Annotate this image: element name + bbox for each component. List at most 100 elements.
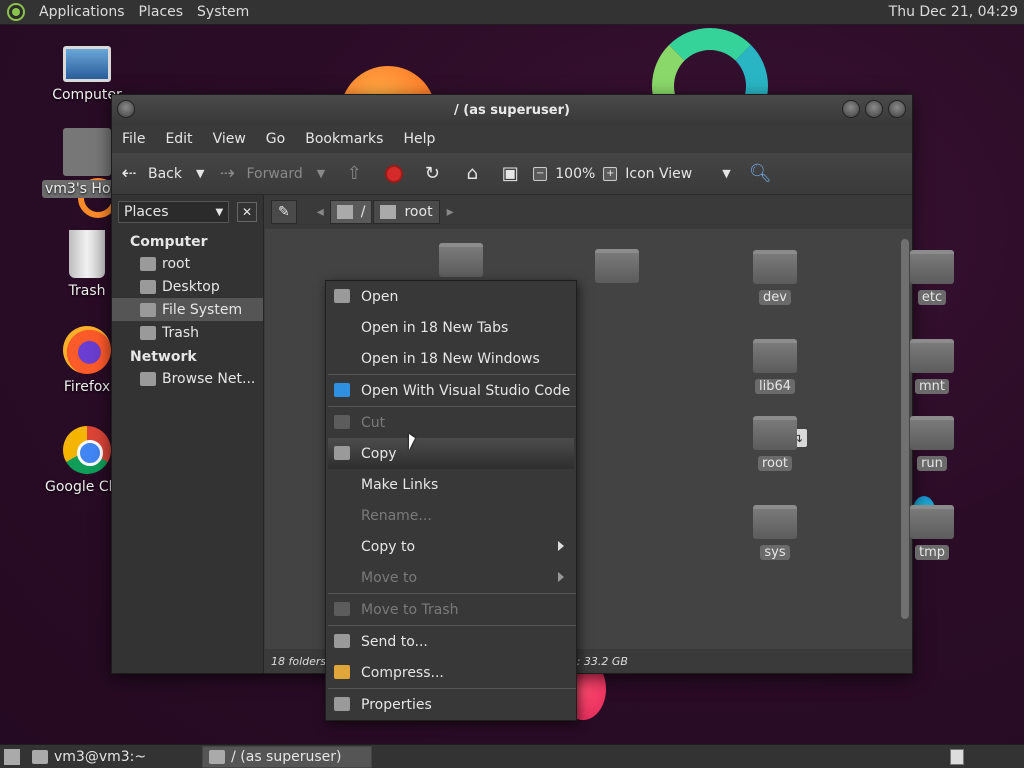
sidebar-item-root[interactable]: root <box>112 252 263 275</box>
back-history-dropdown-icon[interactable]: ▼ <box>196 167 204 180</box>
forward-label: Forward <box>246 165 303 182</box>
menu-item-label: Open With Visual Studio Code <box>361 382 571 399</box>
menu-help[interactable]: Help <box>393 131 445 147</box>
vertical-scrollbar[interactable] <box>900 233 910 645</box>
menu-item-label: Open in 18 New Windows <box>361 350 540 367</box>
folder-label: lib64 <box>754 379 796 394</box>
forward-button[interactable]: ⇢ Forward ▼ <box>210 153 331 194</box>
menu-item-label: Compress... <box>361 664 444 681</box>
up-button[interactable]: ⇧ <box>331 153 377 194</box>
send-icon <box>334 634 350 648</box>
computer-button[interactable]: ▣ <box>491 153 529 194</box>
path-scroll-right-button[interactable]: ▸ <box>441 200 460 224</box>
scrollbar-thumb[interactable] <box>901 239 909 619</box>
menu-item-label: Make Links <box>361 476 439 493</box>
trash-icon <box>334 602 350 616</box>
computer-icon <box>63 46 111 82</box>
breadcrumb-root-home[interactable]: root <box>373 200 440 224</box>
folder-icon <box>439 243 483 277</box>
forward-history-dropdown-icon[interactable]: ▼ <box>317 167 325 180</box>
places-menu[interactable]: Places <box>132 4 191 20</box>
view-mode-select[interactable]: Icon View ▼ <box>621 153 734 194</box>
menu-item-copy[interactable]: Copy <box>328 438 574 469</box>
trash-icon <box>69 230 105 278</box>
toggle-location-entry-button[interactable]: ✎ <box>271 200 297 224</box>
show-desktop-icon[interactable] <box>4 748 20 765</box>
zoom-in-icon: + <box>603 166 618 181</box>
menu-item-properties[interactable]: Properties <box>326 689 576 720</box>
back-button[interactable]: ⇠ Back ▼ <box>112 153 210 194</box>
workspace-switcher[interactable] <box>950 748 964 765</box>
system-menu[interactable]: System <box>190 4 256 20</box>
desktop-icon-label: Firefox <box>63 379 111 395</box>
sidebar-item-browse-network[interactable]: Browse Net... <box>112 367 263 390</box>
folder-label: mnt <box>915 379 949 394</box>
sidebar-group-network: Network <box>130 349 197 365</box>
window-menu-button[interactable] <box>117 100 135 118</box>
sidebar-mode-select[interactable]: Places ▼ <box>118 201 230 223</box>
sidebar-item-desktop[interactable]: Desktop <box>112 275 263 298</box>
stop-button[interactable] <box>377 153 411 194</box>
zoom-out-button[interactable]: − <box>529 153 551 194</box>
menu-item-move-to: Move to <box>326 562 576 593</box>
breadcrumb-label: / <box>360 204 366 220</box>
menu-item-label: Move to Trash <box>361 601 459 618</box>
terminal-icon <box>32 749 48 764</box>
menu-item-open-with-vscode[interactable]: Open With Visual Studio Code <box>326 375 576 406</box>
panel-clock[interactable]: Thu Dec 21, 04:29 <box>889 4 1024 20</box>
sidebar-close-button[interactable]: ✕ <box>237 202 257 222</box>
menu-bookmarks[interactable]: Bookmarks <box>295 131 393 147</box>
menu-item-open-new-windows[interactable]: Open in 18 New Windows <box>326 343 576 374</box>
taskbar-item-terminal[interactable]: vm3@vm3:~ <box>26 746 152 768</box>
menu-item-compress[interactable]: Compress... <box>326 657 576 688</box>
menu-item-make-links[interactable]: Make Links <box>326 469 576 500</box>
menu-item-label: Copy <box>361 445 397 462</box>
home-folder-icon <box>753 416 797 450</box>
sidebar-item-trash[interactable]: Trash <box>112 321 263 344</box>
minimize-button[interactable] <box>842 100 860 118</box>
menu-item-move-to-trash: Move to Trash <box>326 594 576 625</box>
forward-arrow-icon: ⇢ <box>219 163 236 184</box>
breadcrumb-label: root <box>404 204 433 220</box>
breadcrumb-root[interactable]: / <box>329 200 373 224</box>
folder-item-sys[interactable]: sys <box>735 505 815 560</box>
folder-label: tmp <box>914 545 949 560</box>
menu-file[interactable]: File <box>112 131 155 147</box>
reload-button[interactable]: ↻ <box>411 153 453 194</box>
trash-icon <box>140 325 156 340</box>
distro-logo-icon[interactable] <box>7 3 25 21</box>
window-titlebar[interactable]: / (as superuser) <box>112 95 912 125</box>
folder-item-lib64[interactable]: lib64 <box>735 339 815 394</box>
zoom-in-button[interactable]: + <box>599 153 621 194</box>
taskbar-item-label: / (as superuser) <box>231 748 342 765</box>
sidebar-item-file-system[interactable]: File System <box>112 298 263 321</box>
menu-item-send-to[interactable]: Send to... <box>326 626 576 657</box>
home-folder-icon <box>380 205 397 219</box>
maximize-button[interactable] <box>865 100 883 118</box>
folder-item[interactable] <box>421 243 501 283</box>
home-button[interactable]: ⌂ <box>453 153 491 194</box>
search-button[interactable]: 🔍︎ <box>735 153 785 194</box>
menu-view[interactable]: View <box>203 131 256 147</box>
menu-edit[interactable]: Edit <box>155 131 202 147</box>
folder-item-dev[interactable]: dev <box>735 250 815 305</box>
folder-item-root[interactable]: root <box>735 416 815 471</box>
folder-icon <box>910 339 954 373</box>
applications-menu[interactable]: Applications <box>32 4 132 20</box>
menu-item-open[interactable]: Open <box>326 281 576 312</box>
menu-item-open-new-tabs[interactable]: Open in 18 New Tabs <box>326 312 576 343</box>
folder-icon <box>910 505 954 539</box>
path-bar: ✎ ◂ / root ▸ <box>265 195 912 229</box>
path-scroll-left-button[interactable]: ◂ <box>311 200 330 224</box>
menu-item-copy-to[interactable]: Copy to <box>326 531 576 562</box>
zoom-level[interactable]: 100% <box>551 166 599 182</box>
menu-item-label: Rename... <box>361 507 432 524</box>
close-button[interactable] <box>888 100 906 118</box>
taskbar-item-file-manager[interactable]: / (as superuser) <box>202 745 373 768</box>
network-icon <box>140 371 156 386</box>
zoom-out-icon: − <box>533 166 548 181</box>
sidebar-item-label: Desktop <box>162 278 220 295</box>
menu-go[interactable]: Go <box>256 131 295 147</box>
search-icon: 🔍︎ <box>748 163 772 184</box>
folder-item[interactable] <box>577 249 657 289</box>
